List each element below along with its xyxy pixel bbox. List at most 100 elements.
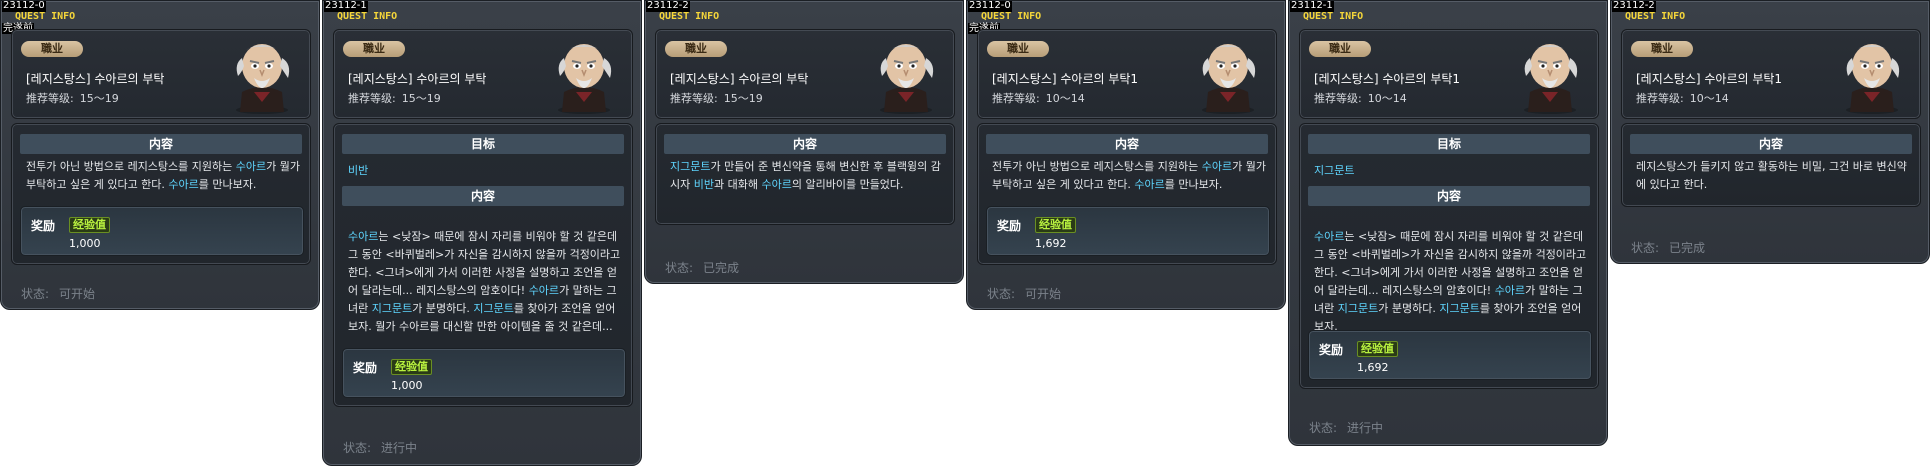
quest-content: 内容 전투가 아닌 방법으로 레지스탕스를 지원하는 수아르가 뭘가 부탁하고 싶…	[977, 123, 1277, 265]
highlight-name: 수아르	[1314, 230, 1345, 243]
panel-title: QUEST INFO	[1625, 11, 1686, 22]
target-heading: 目标	[1308, 134, 1590, 154]
npc-icon	[220, 36, 298, 114]
quest-info-panel: 23112-2 QUEST INFO 職业 [레지스탕스] 수아르의 부탁1 推荐等级:…	[1610, 0, 1930, 264]
quest-info-panel: 23112-1 QUEST INFO 職业 [레지스탕스] 수아르의 부탁1 推荐等级:…	[1288, 0, 1608, 446]
highlight-name: 지그문트	[473, 302, 514, 315]
npc-portrait	[236, 44, 290, 114]
quest-info-panel: 23112-0QUEST INFO完遂前職业[레지스탕스] 수아르의 부탁1推荐…	[966, 0, 1286, 310]
quest-name: [레지스탕스] 수아르의 부탁	[348, 72, 487, 86]
npc-icon	[1508, 36, 1586, 114]
npc-icon	[1186, 36, 1264, 114]
content-heading: 内容	[1308, 186, 1590, 206]
quest-content: 内容 지그문트가 만들어 준 변신약을 통해 변신한 후 블랙윙의 감시자 비반과…	[655, 123, 955, 225]
job-badge: 職业	[1309, 41, 1371, 57]
npc-icon	[864, 36, 942, 114]
reward-box: 奖励 经验值 1,000	[342, 348, 626, 398]
highlight-name: 비반	[693, 178, 714, 191]
quest-header: 職业 [레지스탕스] 수아르의 부탁1 推荐等级: 10～14	[977, 29, 1277, 119]
quest-header: 職业 [레지스탕스] 수아르의 부탁1 推荐等级: 10～14	[1621, 29, 1921, 119]
quest-info-panel: 23112-2 QUEST INFO 職业 [레지스탕스] 수아르의 부탁 推荐等级: 1…	[644, 0, 964, 284]
recommended-level: 推荐等级: 15～19	[348, 90, 441, 106]
quest-name: [레지스탕스] 수아르의 부탁	[26, 72, 165, 86]
npc-icon	[1830, 36, 1908, 114]
quest-header: 職业 [레지스탕스] 수아르의 부탁1 推荐等级: 10～14	[1299, 29, 1599, 119]
highlight-name: 수아르	[168, 178, 199, 191]
level-label: 推荐等级:	[992, 92, 1040, 105]
content-text-run: 를 만나보자.	[198, 178, 257, 191]
target-value[interactable]: 비반	[348, 162, 624, 180]
job-badge: 職业	[343, 41, 405, 57]
content-text-run: 가 분명하다.	[412, 302, 474, 315]
status-value: 已完成	[703, 261, 740, 275]
content-text: 레지스탕스가 들키지 않고 활동하는 비밀, 그건 바로 변신약에 있다고 한다…	[1636, 158, 1912, 194]
status-label: 状态:	[665, 261, 694, 275]
quest-header: 職业 [레지스탕스] 수아르의 부탁 推荐等级: 15～19	[333, 29, 633, 119]
quest-name: [레지스탕스] 수아르의 부탁1	[1636, 72, 1783, 86]
recommended-level: 推荐等级: 15～19	[26, 90, 119, 106]
content-heading: 内容	[664, 134, 946, 154]
target-value[interactable]: 지그문트	[1314, 162, 1590, 180]
level-value: 10～14	[1045, 92, 1085, 105]
content-text: 전투가 아닌 방법으로 레지스탕스를 지원하는 수아르가 뭘가 부탁하고 싶은 …	[26, 158, 302, 194]
quest-status: 状态: 已完成	[1631, 239, 1705, 256]
exp-icon: 经验值	[391, 359, 432, 375]
quest-status: 状态: 可开始	[987, 285, 1061, 302]
highlight-name: 수아르	[1494, 284, 1526, 297]
content-text-run: 가 분명하다.	[1378, 302, 1440, 315]
status-label: 状态:	[21, 287, 50, 301]
quest-status: 状态: 进行中	[343, 439, 417, 456]
panel-title: QUEST INFO	[15, 11, 76, 22]
reward-label: 奖励	[31, 219, 56, 233]
quest-header: 職业 [레지스탕스] 수아르의 부탁 推荐等级: 15～19	[655, 29, 955, 119]
reward-label: 奖励	[353, 361, 378, 375]
target-heading: 目标	[342, 134, 624, 154]
level-value: 10～14	[1689, 92, 1729, 105]
highlight-name: 지그문트	[1439, 302, 1480, 315]
status-label: 状态:	[987, 287, 1016, 301]
reward-label: 奖励	[1319, 343, 1344, 357]
level-value: 15～19	[401, 92, 441, 105]
highlight-name: 수아르	[761, 178, 792, 191]
content-text-run: 의 알리바이를 만들었다.	[791, 178, 904, 191]
quest-header: 職业 [레지스탕스] 수아르의 부탁 推荐等级: 15～19	[11, 29, 311, 119]
status-value: 可开始	[59, 287, 96, 301]
npc-icon	[542, 36, 620, 114]
level-value: 15～19	[723, 92, 763, 105]
quest-info-panel: 23112-1 QUEST INFO 職业 [레지스탕스] 수아르의 부탁 推荐等级: 1…	[322, 0, 642, 466]
quest-status: 状态: 进行中	[1309, 419, 1383, 436]
quest-name: [레지스탕스] 수아르의 부탁	[670, 72, 809, 86]
highlight-name: 수아르	[1134, 178, 1165, 191]
npc-portrait	[1202, 44, 1256, 114]
level-value: 10～14	[1367, 92, 1407, 105]
level-value: 15～19	[79, 92, 119, 105]
content-heading: 内容	[20, 134, 302, 154]
content-text: 전투가 아닌 방법으로 레지스탕스를 지원하는 수아르가 뭘가 부탁하고 싶은 …	[992, 158, 1268, 194]
panel-title: QUEST INFO	[1303, 11, 1364, 22]
recommended-level: 推荐等级: 10～14	[1314, 90, 1407, 106]
content-text: 지그문트가 만들어 준 변신약을 통해 변신한 후 블랙윙의 감시자 비반과 대…	[670, 158, 946, 194]
reward-box: 奖励 经验值 1,692	[986, 206, 1270, 256]
recommended-level: 推荐等级: 10～14	[1636, 90, 1729, 106]
level-label: 推荐等级:	[1636, 92, 1684, 105]
content-text: 수아르는 <낮잠> 때문에 잠시 자리를 비워야 할 것 같은데 그 동안 <바…	[348, 228, 624, 336]
reward-box: 奖励 经验值 1,692	[1308, 330, 1592, 380]
quest-content: 目标 지그문트 内容 수아르는 <낮잠> 때문에 잠시 자리를 비워야 할 것 같은데…	[1299, 123, 1599, 389]
level-label: 推荐等级:	[348, 92, 396, 105]
exp-icon: 经验值	[69, 217, 110, 233]
exp-icon: 经验值	[1035, 217, 1076, 233]
panel-title: QUEST INFO	[981, 11, 1042, 22]
content-text-run: 과 대화해	[714, 178, 762, 191]
highlight-name: 지그문트	[670, 160, 711, 173]
job-badge: 職业	[665, 41, 727, 57]
level-label: 推荐等级:	[26, 92, 74, 105]
content-heading: 内容	[986, 134, 1268, 154]
npc-portrait	[558, 44, 612, 114]
content-text-run: 전투가 아닌 방법으로 레지스탕스를 지원하는	[992, 160, 1202, 173]
content-text-run: 전투가 아닌 방법으로 레지스탕스를 지원하는	[26, 160, 236, 173]
status-value: 进行中	[1347, 421, 1384, 435]
panel-title: QUEST INFO	[337, 11, 398, 22]
highlight-name: 수아르	[348, 230, 379, 243]
status-label: 状态:	[1631, 241, 1660, 255]
npc-portrait	[1846, 44, 1900, 114]
